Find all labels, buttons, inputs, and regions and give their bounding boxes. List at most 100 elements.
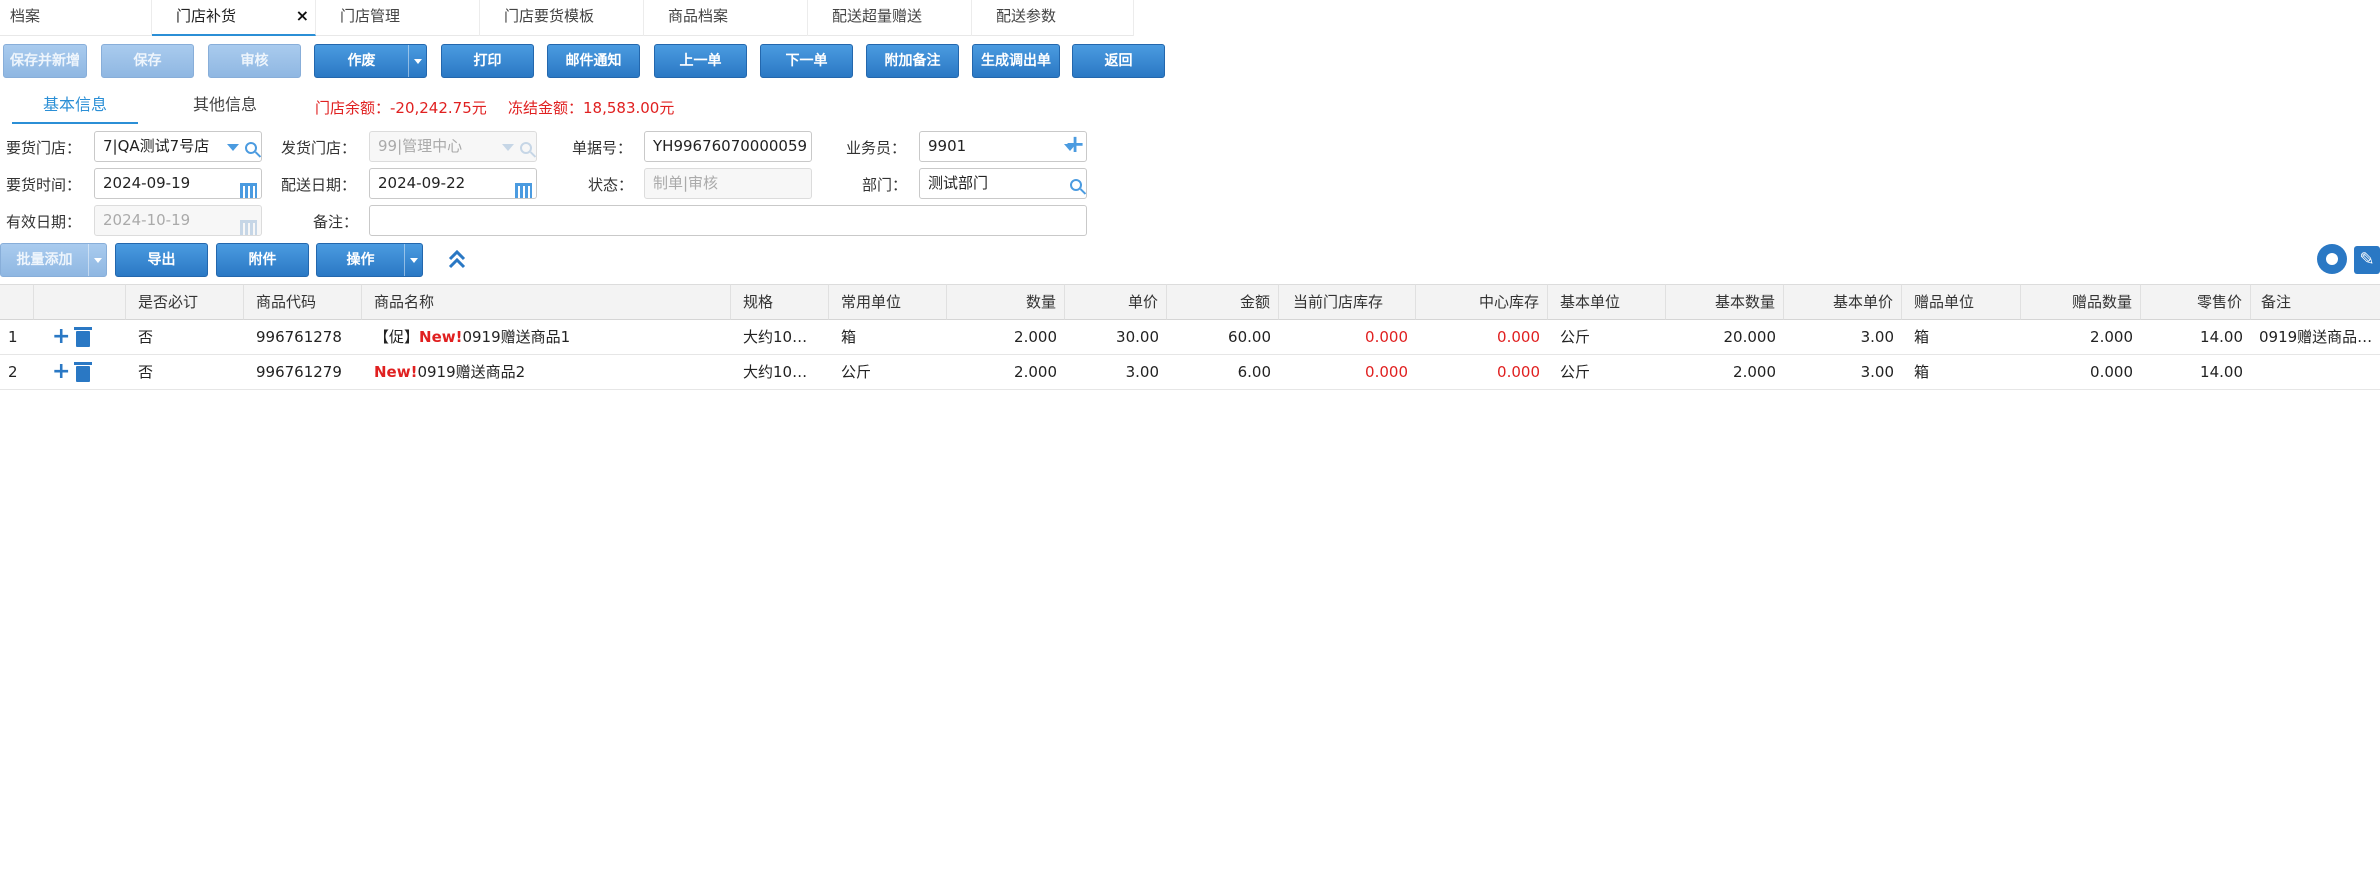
edit-icon[interactable]: ✎ xyxy=(2354,246,2380,274)
cell-store-stock[interactable]: 0.000 xyxy=(1279,355,1416,389)
tab-delivery-over-gift[interactable]: 配送超量赠送 xyxy=(808,0,972,36)
column-header-code[interactable]: 商品代码 xyxy=(244,284,362,320)
cell-name[interactable]: 【促】New!0919赠送商品1 xyxy=(366,320,731,354)
staff-field[interactable]: 9901 xyxy=(919,131,1087,162)
column-header-remark[interactable]: 备注 xyxy=(2251,284,2380,320)
cell-center-stock[interactable]: 0.000 xyxy=(1416,355,1548,389)
chevron-down-icon[interactable] xyxy=(404,244,422,276)
doc-no-field[interactable]: YH99676070000059 xyxy=(644,131,812,162)
column-header-base-qty[interactable]: 基本数量 xyxy=(1666,284,1784,320)
cell-gift-unit[interactable]: 箱 xyxy=(1906,355,2021,389)
column-header-center-stock[interactable]: 中心库存 xyxy=(1416,284,1548,320)
tab-archive[interactable]: 档案 xyxy=(0,0,152,36)
ship-date-field[interactable]: 2024-09-22 xyxy=(369,168,537,199)
cell-remark[interactable]: 0919赠送商品… xyxy=(2251,320,2380,354)
cell-retail[interactable]: 14.00 xyxy=(2141,355,2251,389)
column-header-amount[interactable]: 金额 xyxy=(1167,284,1279,320)
cell-gift-qty[interactable]: 2.000 xyxy=(2021,320,2141,354)
batch-add-button[interactable]: 批量添加 xyxy=(0,243,107,277)
column-header-must[interactable]: 是否必订 xyxy=(126,284,244,320)
cell-amount[interactable]: 60.00 xyxy=(1167,320,1279,354)
cell-qty[interactable]: 2.000 xyxy=(947,355,1065,389)
search-icon[interactable] xyxy=(245,141,257,154)
cell-gift-qty[interactable]: 0.000 xyxy=(2021,355,2141,389)
cell-retail[interactable]: 14.00 xyxy=(2141,320,2251,354)
cell-spec[interactable]: 大约10… xyxy=(735,355,829,389)
dept-field[interactable]: 测试部门 xyxy=(919,168,1087,199)
column-header-name[interactable]: 商品名称 xyxy=(362,284,731,320)
cell-base-unit[interactable]: 公斤 xyxy=(1552,355,1666,389)
column-header-unit[interactable]: 常用单位 xyxy=(829,284,947,320)
cell-must[interactable]: 否 xyxy=(130,320,244,354)
save-button[interactable]: 保存 xyxy=(101,44,194,78)
tab-store-replenish[interactable]: 门店补货 × xyxy=(152,0,316,36)
tab-delivery-params[interactable]: 配送参数 xyxy=(972,0,1134,36)
cell-unit[interactable]: 公斤 xyxy=(833,355,947,389)
valid-date-field: 2024-10-19 xyxy=(94,205,262,236)
tab-store-order-template[interactable]: 门店要货模板 xyxy=(480,0,644,36)
audit-button[interactable]: 审核 xyxy=(208,44,301,78)
calendar-icon[interactable] xyxy=(515,175,532,198)
column-header-gift-unit[interactable]: 赠品单位 xyxy=(1902,284,2021,320)
save-new-button[interactable]: 保存并新增 xyxy=(3,44,87,78)
req-store-field[interactable]: 7|QA测试7号店 xyxy=(94,131,262,162)
cell-center-stock[interactable]: 0.000 xyxy=(1416,320,1548,354)
back-button[interactable]: 返回 xyxy=(1072,44,1165,78)
chevron-down-icon[interactable] xyxy=(227,132,257,161)
calendar-icon[interactable] xyxy=(240,175,257,198)
column-header-base-unit[interactable]: 基本单位 xyxy=(1548,284,1666,320)
column-header-qty[interactable]: 数量 xyxy=(947,284,1065,320)
generate-transfer-button[interactable]: 生成调出单 xyxy=(972,44,1060,78)
cell-name[interactable]: New!0919赠送商品2 xyxy=(366,355,731,389)
add-row-icon[interactable]: + xyxy=(52,359,70,384)
cell-spec[interactable]: 大约10… xyxy=(735,320,829,354)
column-header-store-stock[interactable]: 当前门店库存 xyxy=(1279,284,1416,320)
cell-remark[interactable] xyxy=(2251,355,2380,389)
tab-product-archive[interactable]: 商品档案 xyxy=(644,0,808,36)
export-button[interactable]: 导出 xyxy=(115,243,208,277)
cell-base-price[interactable]: 3.00 xyxy=(1784,355,1902,389)
tab-other-info[interactable]: 其他信息 xyxy=(162,92,288,124)
cell-qty[interactable]: 2.000 xyxy=(947,320,1065,354)
tab-store-management[interactable]: 门店管理 xyxy=(316,0,480,36)
cell-price[interactable]: 3.00 xyxy=(1065,355,1167,389)
close-icon[interactable]: × xyxy=(296,0,309,32)
chevron-down-icon[interactable] xyxy=(408,45,426,77)
add-remark-button[interactable]: 附加备注 xyxy=(866,44,959,78)
column-header-gift-qty[interactable]: 赠品数量 xyxy=(2021,284,2141,320)
gear-icon[interactable] xyxy=(2317,244,2347,274)
cell-base-qty[interactable]: 20.000 xyxy=(1666,320,1784,354)
print-button[interactable]: 打印 xyxy=(441,44,534,78)
tab-basic-info[interactable]: 基本信息 xyxy=(12,92,138,124)
cell-store-stock[interactable]: 0.000 xyxy=(1279,320,1416,354)
cell-gift-unit[interactable]: 箱 xyxy=(1906,320,2021,354)
cell-base-qty[interactable]: 2.000 xyxy=(1666,355,1784,389)
cell-code[interactable]: 996761279 xyxy=(248,355,362,389)
attachment-button[interactable]: 附件 xyxy=(216,243,309,277)
add-row-icon[interactable]: + xyxy=(52,324,70,349)
search-icon[interactable] xyxy=(1070,169,1082,198)
cell-price[interactable]: 30.00 xyxy=(1065,320,1167,354)
prev-button[interactable]: 上一单 xyxy=(654,44,747,78)
column-header-price[interactable]: 单价 xyxy=(1065,284,1167,320)
trash-icon[interactable] xyxy=(74,326,93,347)
cell-amount[interactable]: 6.00 xyxy=(1167,355,1279,389)
column-header-base-price[interactable]: 基本单价 xyxy=(1784,284,1902,320)
void-button[interactable]: 作废 xyxy=(314,44,427,78)
chevron-down-icon[interactable] xyxy=(88,244,106,276)
note-input[interactable] xyxy=(369,205,1087,236)
column-header-spec[interactable]: 规格 xyxy=(731,284,829,320)
cell-code[interactable]: 996761278 xyxy=(248,320,362,354)
cell-base-unit[interactable]: 公斤 xyxy=(1552,320,1666,354)
cell-base-price[interactable]: 3.00 xyxy=(1784,320,1902,354)
cell-unit[interactable]: 箱 xyxy=(833,320,947,354)
req-time-field[interactable]: 2024-09-19 xyxy=(94,168,262,199)
cell-must[interactable]: 否 xyxy=(130,355,244,389)
next-button[interactable]: 下一单 xyxy=(760,44,853,78)
trash-icon[interactable] xyxy=(74,361,93,382)
collapse-up-icon[interactable] xyxy=(447,247,467,271)
mail-notify-button[interactable]: 邮件通知 xyxy=(547,44,640,78)
add-staff-icon[interactable]: + xyxy=(1065,130,1085,158)
column-header-retail[interactable]: 零售价 xyxy=(2141,284,2251,320)
operate-button[interactable]: 操作 xyxy=(316,243,423,277)
